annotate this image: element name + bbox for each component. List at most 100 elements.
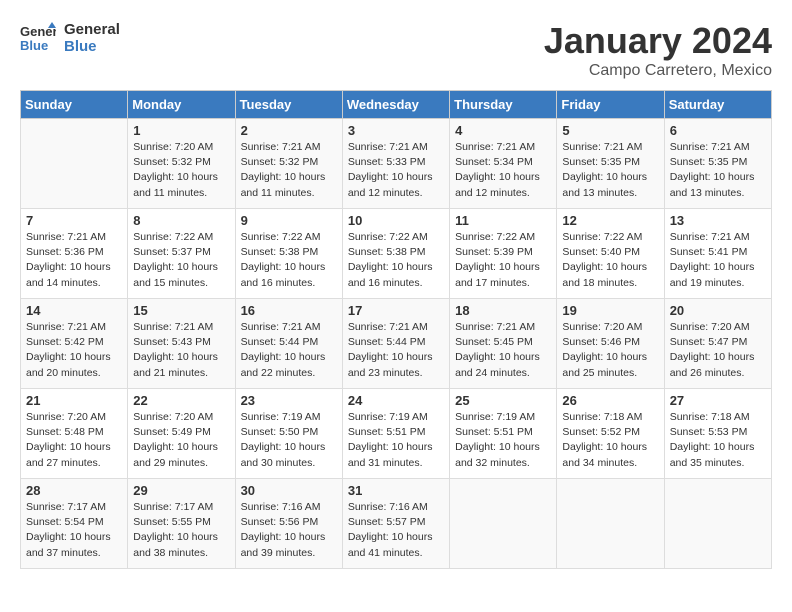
logo: General Blue General Blue bbox=[20, 20, 120, 56]
day-number: 18 bbox=[455, 303, 551, 318]
day-number: 28 bbox=[26, 483, 122, 498]
calendar-cell: 23 Sunrise: 7:19 AMSunset: 5:50 PMDayligh… bbox=[235, 389, 342, 479]
calendar-cell: 10Sunrise: 7:22 AMSunset: 5:38 PMDayligh… bbox=[342, 209, 449, 299]
calendar-cell: 25 Sunrise: 7:19 AMSunset: 5:51 PMDayligh… bbox=[450, 389, 557, 479]
day-number: 27 bbox=[670, 393, 766, 408]
weekday-header: Monday bbox=[128, 91, 235, 119]
calendar-cell: 30 Sunrise: 7:16 AMSunset: 5:56 PMDayligh… bbox=[235, 479, 342, 569]
day-number: 16 bbox=[241, 303, 337, 318]
day-number: 9 bbox=[241, 213, 337, 228]
day-info: Sunrise: 7:21 AMSunset: 5:35 PMDaylight:… bbox=[670, 140, 766, 201]
day-info: Sunrise: 7:22 AMSunset: 5:37 PMDaylight:… bbox=[133, 230, 229, 291]
day-number: 5 bbox=[562, 123, 658, 138]
calendar-cell: 24Sunrise: 7:19 AMSunset: 5:51 PMDayligh… bbox=[342, 389, 449, 479]
calendar-cell: 3 Sunrise: 7:21 AMSunset: 5:33 PMDaylight… bbox=[342, 119, 449, 209]
day-number: 10 bbox=[348, 213, 444, 228]
day-info: Sunrise: 7:21 AMSunset: 5:43 PMDaylight:… bbox=[133, 320, 229, 381]
calendar-cell: 18 Sunrise: 7:21 AMSunset: 5:45 PMDayligh… bbox=[450, 299, 557, 389]
calendar-cell bbox=[21, 119, 128, 209]
calendar-cell: 16 Sunrise: 7:21 AMSunset: 5:44 PMDayligh… bbox=[235, 299, 342, 389]
day-info: Sunrise: 7:18 AMSunset: 5:53 PMDaylight:… bbox=[670, 410, 766, 471]
calendar-cell: 19 Sunrise: 7:20 AMSunset: 5:46 PMDayligh… bbox=[557, 299, 664, 389]
day-info: Sunrise: 7:18 AMSunset: 5:52 PMDaylight:… bbox=[562, 410, 658, 471]
day-info: Sunrise: 7:20 AMSunset: 5:46 PMDaylight:… bbox=[562, 320, 658, 381]
calendar-cell: 11 Sunrise: 7:22 AMSunset: 5:39 PMDayligh… bbox=[450, 209, 557, 299]
day-number: 31 bbox=[348, 483, 444, 498]
logo-icon: General Blue bbox=[20, 20, 56, 56]
calendar-cell: 29 Sunrise: 7:17 AMSunset: 5:55 PMDayligh… bbox=[128, 479, 235, 569]
day-number: 11 bbox=[455, 213, 551, 228]
day-info: Sunrise: 7:21 AMSunset: 5:34 PMDaylight:… bbox=[455, 140, 551, 201]
month-title: January 2024 bbox=[544, 20, 772, 62]
day-number: 6 bbox=[670, 123, 766, 138]
calendar-cell: 20 Sunrise: 7:20 AMSunset: 5:47 PMDayligh… bbox=[664, 299, 771, 389]
day-info: Sunrise: 7:16 AMSunset: 5:56 PMDaylight:… bbox=[241, 500, 337, 561]
day-number: 3 bbox=[348, 123, 444, 138]
day-info: Sunrise: 7:16 AMSunset: 5:57 PMDaylight:… bbox=[348, 500, 444, 561]
calendar-cell: 27 Sunrise: 7:18 AMSunset: 5:53 PMDayligh… bbox=[664, 389, 771, 479]
day-info: Sunrise: 7:17 AMSunset: 5:54 PMDaylight:… bbox=[26, 500, 122, 561]
day-number: 20 bbox=[670, 303, 766, 318]
day-number: 8 bbox=[133, 213, 229, 228]
day-info: Sunrise: 7:22 AMSunset: 5:40 PMDaylight:… bbox=[562, 230, 658, 291]
day-info: Sunrise: 7:20 AMSunset: 5:47 PMDaylight:… bbox=[670, 320, 766, 381]
day-info: Sunrise: 7:17 AMSunset: 5:55 PMDaylight:… bbox=[133, 500, 229, 561]
day-number: 29 bbox=[133, 483, 229, 498]
day-number: 30 bbox=[241, 483, 337, 498]
day-info: Sunrise: 7:20 AMSunset: 5:48 PMDaylight:… bbox=[26, 410, 122, 471]
calendar-week-row: 28 Sunrise: 7:17 AMSunset: 5:54 PMDayligh… bbox=[21, 479, 772, 569]
title-block: January 2024 Campo Carretero, Mexico bbox=[544, 20, 772, 80]
calendar-cell: 28 Sunrise: 7:17 AMSunset: 5:54 PMDayligh… bbox=[21, 479, 128, 569]
calendar-body: 1 Sunrise: 7:20 AMSunset: 5:32 PMDaylight… bbox=[21, 119, 772, 569]
weekday-header: Friday bbox=[557, 91, 664, 119]
calendar-cell bbox=[557, 479, 664, 569]
day-number: 24 bbox=[348, 393, 444, 408]
calendar-cell: 15Sunrise: 7:21 AMSunset: 5:43 PMDayligh… bbox=[128, 299, 235, 389]
calendar-cell: 7Sunrise: 7:21 AMSunset: 5:36 PMDaylight… bbox=[21, 209, 128, 299]
calendar-cell: 26 Sunrise: 7:18 AMSunset: 5:52 PMDayligh… bbox=[557, 389, 664, 479]
day-info: Sunrise: 7:21 AMSunset: 5:41 PMDaylight:… bbox=[670, 230, 766, 291]
day-info: Sunrise: 7:21 AMSunset: 5:44 PMDaylight:… bbox=[241, 320, 337, 381]
day-info: Sunrise: 7:21 AMSunset: 5:44 PMDaylight:… bbox=[348, 320, 444, 381]
day-info: Sunrise: 7:22 AMSunset: 5:39 PMDaylight:… bbox=[455, 230, 551, 291]
calendar-week-row: 14Sunrise: 7:21 AMSunset: 5:42 PMDayligh… bbox=[21, 299, 772, 389]
calendar-cell: 8 Sunrise: 7:22 AMSunset: 5:37 PMDaylight… bbox=[128, 209, 235, 299]
day-number: 17 bbox=[348, 303, 444, 318]
location-title: Campo Carretero, Mexico bbox=[544, 62, 772, 80]
day-number: 23 bbox=[241, 393, 337, 408]
calendar-cell: 14Sunrise: 7:21 AMSunset: 5:42 PMDayligh… bbox=[21, 299, 128, 389]
day-info: Sunrise: 7:21 AMSunset: 5:45 PMDaylight:… bbox=[455, 320, 551, 381]
day-number: 13 bbox=[670, 213, 766, 228]
day-info: Sunrise: 7:21 AMSunset: 5:33 PMDaylight:… bbox=[348, 140, 444, 201]
day-info: Sunrise: 7:20 AMSunset: 5:32 PMDaylight:… bbox=[133, 140, 229, 201]
day-number: 4 bbox=[455, 123, 551, 138]
day-number: 2 bbox=[241, 123, 337, 138]
day-info: Sunrise: 7:22 AMSunset: 5:38 PMDaylight:… bbox=[241, 230, 337, 291]
weekday-header: Sunday bbox=[21, 91, 128, 119]
day-info: Sunrise: 7:21 AMSunset: 5:36 PMDaylight:… bbox=[26, 230, 122, 291]
day-info: Sunrise: 7:19 AMSunset: 5:51 PMDaylight:… bbox=[455, 410, 551, 471]
calendar-header-row: SundayMondayTuesdayWednesdayThursdayFrid… bbox=[21, 91, 772, 119]
calendar-cell: 17 Sunrise: 7:21 AMSunset: 5:44 PMDayligh… bbox=[342, 299, 449, 389]
day-number: 19 bbox=[562, 303, 658, 318]
calendar-cell: 22 Sunrise: 7:20 AMSunset: 5:49 PMDayligh… bbox=[128, 389, 235, 479]
day-info: Sunrise: 7:19 AMSunset: 5:50 PMDaylight:… bbox=[241, 410, 337, 471]
weekday-header: Saturday bbox=[664, 91, 771, 119]
calendar-cell: 13 Sunrise: 7:21 AMSunset: 5:41 PMDayligh… bbox=[664, 209, 771, 299]
day-info: Sunrise: 7:20 AMSunset: 5:49 PMDaylight:… bbox=[133, 410, 229, 471]
calendar-cell: 1 Sunrise: 7:20 AMSunset: 5:32 PMDaylight… bbox=[128, 119, 235, 209]
calendar-cell: 5Sunrise: 7:21 AMSunset: 5:35 PMDaylight… bbox=[557, 119, 664, 209]
calendar-cell: 2Sunrise: 7:21 AMSunset: 5:32 PMDaylight… bbox=[235, 119, 342, 209]
weekday-header: Wednesday bbox=[342, 91, 449, 119]
day-number: 26 bbox=[562, 393, 658, 408]
logo-line1: General bbox=[64, 21, 120, 38]
weekday-header: Tuesday bbox=[235, 91, 342, 119]
logo-line2: Blue bbox=[64, 38, 120, 55]
calendar-cell: 21Sunrise: 7:20 AMSunset: 5:48 PMDayligh… bbox=[21, 389, 128, 479]
day-number: 22 bbox=[133, 393, 229, 408]
calendar-week-row: 21Sunrise: 7:20 AMSunset: 5:48 PMDayligh… bbox=[21, 389, 772, 479]
day-number: 1 bbox=[133, 123, 229, 138]
calendar-cell: 6 Sunrise: 7:21 AMSunset: 5:35 PMDaylight… bbox=[664, 119, 771, 209]
day-number: 25 bbox=[455, 393, 551, 408]
calendar-cell: 31 Sunrise: 7:16 AMSunset: 5:57 PMDayligh… bbox=[342, 479, 449, 569]
